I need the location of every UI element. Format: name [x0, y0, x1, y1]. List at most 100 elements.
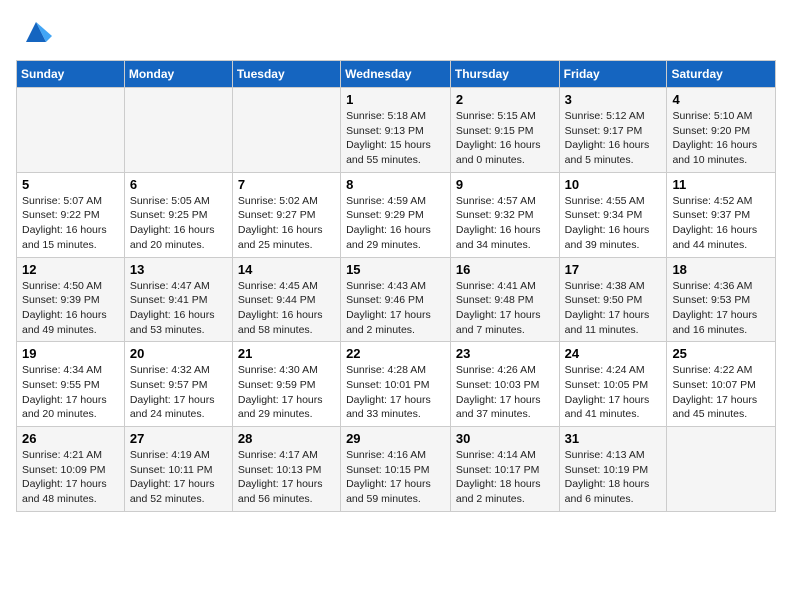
- day-info: Sunrise: 4:38 AM Sunset: 9:50 PM Dayligh…: [565, 279, 662, 338]
- day-number: 31: [565, 431, 662, 446]
- day-cell: 2 Sunrise: 5:15 AM Sunset: 9:15 PM Daylig…: [450, 88, 559, 173]
- day-cell: 15 Sunrise: 4:43 AM Sunset: 9:46 PM Dayli…: [341, 257, 451, 342]
- calendar-header-row: SundayMondayTuesdayWednesdayThursdayFrid…: [17, 61, 776, 88]
- day-number: 28: [238, 431, 335, 446]
- day-cell: 27 Sunrise: 4:19 AM Sunset: 10:11 PM Dayl…: [124, 427, 232, 512]
- day-cell: 24Sunrise: 4:24 AM Sunset: 10:05 PM Dayl…: [559, 342, 667, 427]
- day-cell: [124, 88, 232, 173]
- day-number: 11: [672, 177, 770, 192]
- day-cell: 25Sunrise: 4:22 AM Sunset: 10:07 PM Dayl…: [667, 342, 776, 427]
- day-info: Sunrise: 4:19 AM Sunset: 10:11 PM Daylig…: [130, 448, 227, 507]
- page-header: [16, 16, 776, 48]
- day-info: Sunrise: 5:05 AM Sunset: 9:25 PM Dayligh…: [130, 194, 227, 253]
- day-cell: 9Sunrise: 4:57 AM Sunset: 9:32 PM Daylig…: [450, 172, 559, 257]
- day-cell: [667, 427, 776, 512]
- day-info: Sunrise: 4:55 AM Sunset: 9:34 PM Dayligh…: [565, 194, 662, 253]
- day-cell: 20 Sunrise: 4:32 AM Sunset: 9:57 PM Dayli…: [124, 342, 232, 427]
- day-cell: 1 Sunrise: 5:18 AM Sunset: 9:13 PM Daylig…: [341, 88, 451, 173]
- week-row-1: 1 Sunrise: 5:18 AM Sunset: 9:13 PM Daylig…: [17, 88, 776, 173]
- day-cell: 26 Sunrise: 4:21 AM Sunset: 10:09 PM Dayl…: [17, 427, 125, 512]
- day-number: 20: [130, 346, 227, 361]
- day-cell: 28 Sunrise: 4:17 AM Sunset: 10:13 PM Dayl…: [232, 427, 340, 512]
- day-info: Sunrise: 4:28 AM Sunset: 10:01 PM Daylig…: [346, 363, 445, 422]
- logo: [16, 16, 52, 48]
- day-info: Sunrise: 5:10 AM Sunset: 9:20 PM Dayligh…: [672, 109, 770, 168]
- day-number: 2: [456, 92, 554, 107]
- day-number: 21: [238, 346, 335, 361]
- day-cell: 4 Sunrise: 5:10 AM Sunset: 9:20 PM Daylig…: [667, 88, 776, 173]
- day-cell: 7 Sunrise: 5:02 AM Sunset: 9:27 PM Daylig…: [232, 172, 340, 257]
- header-wednesday: Wednesday: [341, 61, 451, 88]
- week-row-5: 26 Sunrise: 4:21 AM Sunset: 10:09 PM Dayl…: [17, 427, 776, 512]
- week-row-4: 19Sunrise: 4:34 AM Sunset: 9:55 PM Dayli…: [17, 342, 776, 427]
- day-number: 5: [22, 177, 119, 192]
- day-number: 17: [565, 262, 662, 277]
- day-cell: 16 Sunrise: 4:41 AM Sunset: 9:48 PM Dayli…: [450, 257, 559, 342]
- day-info: Sunrise: 4:17 AM Sunset: 10:13 PM Daylig…: [238, 448, 335, 507]
- day-number: 16: [456, 262, 554, 277]
- day-cell: 14 Sunrise: 4:45 AM Sunset: 9:44 PM Dayli…: [232, 257, 340, 342]
- day-number: 30: [456, 431, 554, 446]
- day-cell: 18Sunrise: 4:36 AM Sunset: 9:53 PM Dayli…: [667, 257, 776, 342]
- day-cell: [17, 88, 125, 173]
- calendar-table: SundayMondayTuesdayWednesdayThursdayFrid…: [16, 60, 776, 512]
- day-number: 4: [672, 92, 770, 107]
- header-saturday: Saturday: [667, 61, 776, 88]
- day-info: Sunrise: 4:13 AM Sunset: 10:19 PM Daylig…: [565, 448, 662, 507]
- day-number: 3: [565, 92, 662, 107]
- day-info: Sunrise: 4:32 AM Sunset: 9:57 PM Dayligh…: [130, 363, 227, 422]
- day-info: Sunrise: 4:47 AM Sunset: 9:41 PM Dayligh…: [130, 279, 227, 338]
- day-cell: 31 Sunrise: 4:13 AM Sunset: 10:19 PM Dayl…: [559, 427, 667, 512]
- day-number: 8: [346, 177, 445, 192]
- day-number: 15: [346, 262, 445, 277]
- day-cell: 13 Sunrise: 4:47 AM Sunset: 9:41 PM Dayli…: [124, 257, 232, 342]
- day-number: 10: [565, 177, 662, 192]
- day-number: 14: [238, 262, 335, 277]
- day-info: Sunrise: 5:02 AM Sunset: 9:27 PM Dayligh…: [238, 194, 335, 253]
- day-cell: 3 Sunrise: 5:12 AM Sunset: 9:17 PM Daylig…: [559, 88, 667, 173]
- day-info: Sunrise: 4:43 AM Sunset: 9:46 PM Dayligh…: [346, 279, 445, 338]
- day-number: 23: [456, 346, 554, 361]
- week-row-2: 5 Sunrise: 5:07 AM Sunset: 9:22 PM Daylig…: [17, 172, 776, 257]
- day-cell: 22Sunrise: 4:28 AM Sunset: 10:01 PM Dayl…: [341, 342, 451, 427]
- day-number: 26: [22, 431, 119, 446]
- day-number: 6: [130, 177, 227, 192]
- calendar-body: 1 Sunrise: 5:18 AM Sunset: 9:13 PM Daylig…: [17, 88, 776, 512]
- logo-icon: [20, 16, 52, 48]
- day-info: Sunrise: 4:50 AM Sunset: 9:39 PM Dayligh…: [22, 279, 119, 338]
- day-number: 7: [238, 177, 335, 192]
- day-info: Sunrise: 4:36 AM Sunset: 9:53 PM Dayligh…: [672, 279, 770, 338]
- day-number: 27: [130, 431, 227, 446]
- week-row-3: 12 Sunrise: 4:50 AM Sunset: 9:39 PM Dayli…: [17, 257, 776, 342]
- day-number: 1: [346, 92, 445, 107]
- header-monday: Monday: [124, 61, 232, 88]
- day-info: Sunrise: 4:16 AM Sunset: 10:15 PM Daylig…: [346, 448, 445, 507]
- day-cell: 29 Sunrise: 4:16 AM Sunset: 10:15 PM Dayl…: [341, 427, 451, 512]
- day-cell: 5 Sunrise: 5:07 AM Sunset: 9:22 PM Daylig…: [17, 172, 125, 257]
- header-sunday: Sunday: [17, 61, 125, 88]
- day-cell: 10 Sunrise: 4:55 AM Sunset: 9:34 PM Dayli…: [559, 172, 667, 257]
- day-cell: 6 Sunrise: 5:05 AM Sunset: 9:25 PM Daylig…: [124, 172, 232, 257]
- day-info: Sunrise: 4:21 AM Sunset: 10:09 PM Daylig…: [22, 448, 119, 507]
- day-number: 12: [22, 262, 119, 277]
- day-cell: 8 Sunrise: 4:59 AM Sunset: 9:29 PM Daylig…: [341, 172, 451, 257]
- header-friday: Friday: [559, 61, 667, 88]
- day-info: Sunrise: 5:12 AM Sunset: 9:17 PM Dayligh…: [565, 109, 662, 168]
- day-cell: [232, 88, 340, 173]
- day-info: Sunrise: 4:59 AM Sunset: 9:29 PM Dayligh…: [346, 194, 445, 253]
- day-cell: 12 Sunrise: 4:50 AM Sunset: 9:39 PM Dayli…: [17, 257, 125, 342]
- day-number: 29: [346, 431, 445, 446]
- day-info: Sunrise: 5:15 AM Sunset: 9:15 PM Dayligh…: [456, 109, 554, 168]
- day-info: Sunrise: 4:34 AM Sunset: 9:55 PM Dayligh…: [22, 363, 119, 422]
- day-number: 9: [456, 177, 554, 192]
- day-info: Sunrise: 4:24 AM Sunset: 10:05 PM Daylig…: [565, 363, 662, 422]
- day-number: 13: [130, 262, 227, 277]
- day-cell: 23Sunrise: 4:26 AM Sunset: 10:03 PM Dayl…: [450, 342, 559, 427]
- day-info: Sunrise: 4:41 AM Sunset: 9:48 PM Dayligh…: [456, 279, 554, 338]
- header-thursday: Thursday: [450, 61, 559, 88]
- day-info: Sunrise: 4:45 AM Sunset: 9:44 PM Dayligh…: [238, 279, 335, 338]
- day-info: Sunrise: 4:30 AM Sunset: 9:59 PM Dayligh…: [238, 363, 335, 422]
- day-info: Sunrise: 5:07 AM Sunset: 9:22 PM Dayligh…: [22, 194, 119, 253]
- day-info: Sunrise: 4:22 AM Sunset: 10:07 PM Daylig…: [672, 363, 770, 422]
- day-info: Sunrise: 5:18 AM Sunset: 9:13 PM Dayligh…: [346, 109, 445, 168]
